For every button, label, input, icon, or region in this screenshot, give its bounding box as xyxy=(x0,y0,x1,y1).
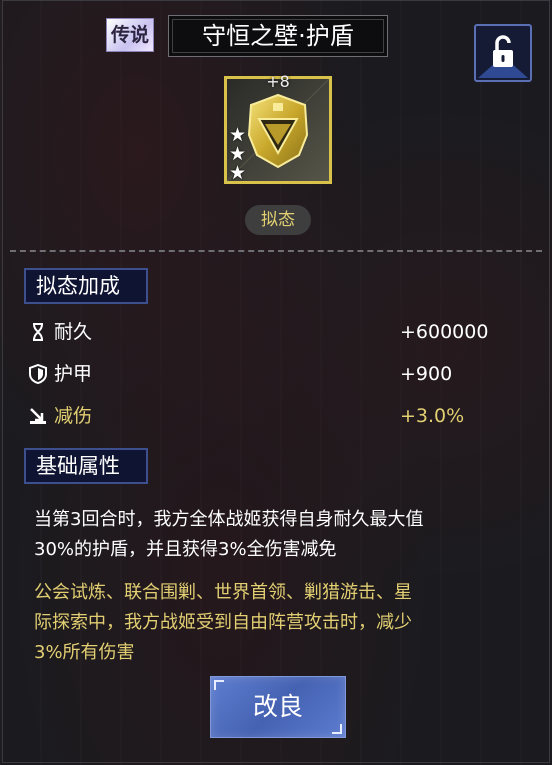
condition-line: 3%所有伤害 xyxy=(34,642,135,663)
condition-line: 公会试炼、联合围剿、世界首领、剿猎游击、星 xyxy=(34,582,412,603)
lock-button[interactable] xyxy=(474,24,532,82)
stat-label: 护甲 xyxy=(54,363,93,385)
stat-row-damage-reduction: 减伤 +3.0% xyxy=(28,402,508,430)
star-icon: ★ xyxy=(229,162,247,184)
mimic-state-badge: 拟态 xyxy=(245,205,311,235)
description-line: 30%的护盾，并且获得3%全伤害减免 xyxy=(34,539,337,560)
description-line: 当第3回合时，我方全体战姬获得自身耐久最大值 xyxy=(34,509,424,530)
divider xyxy=(10,250,542,252)
stat-row-durability: 耐久 +600000 xyxy=(28,318,508,346)
stat-row-armor: 护甲 +900 xyxy=(28,360,508,388)
upgrade-button[interactable]: 改良 xyxy=(210,676,346,738)
stat-value: +600000 xyxy=(400,321,489,343)
stat-value: +3.0% xyxy=(400,405,465,427)
base-attributes-header: 基础属性 xyxy=(24,448,148,484)
condition-line: 际探索中，我方战姬受到自由阵营攻击时，减少 xyxy=(34,612,412,633)
stat-label: 耐久 xyxy=(54,321,93,343)
rarity-badge: 传说 xyxy=(106,18,154,52)
star-rating: ★ ★ ★ xyxy=(229,126,246,183)
item-title: 守恒之壁·护盾 xyxy=(168,15,388,57)
unlocked-padlock-icon xyxy=(478,35,528,78)
shield-icon xyxy=(29,364,47,384)
effect-description: 当第3回合时，我方全体战姬获得自身耐久最大值 30%的护盾，并且获得3%全伤害减… xyxy=(34,505,524,565)
stat-value: +900 xyxy=(400,363,453,385)
effect-condition: 公会试炼、联合围剿、世界首领、剿猎游击、星 际探索中，我方战姬受到自由阵营攻击时… xyxy=(34,578,524,668)
stat-label: 减伤 xyxy=(54,405,93,427)
hourglass-icon xyxy=(33,323,43,341)
mimic-bonus-header: 拟态加成 xyxy=(24,268,148,304)
damage-reduction-icon xyxy=(30,408,46,424)
item-level: +8 xyxy=(266,72,290,91)
